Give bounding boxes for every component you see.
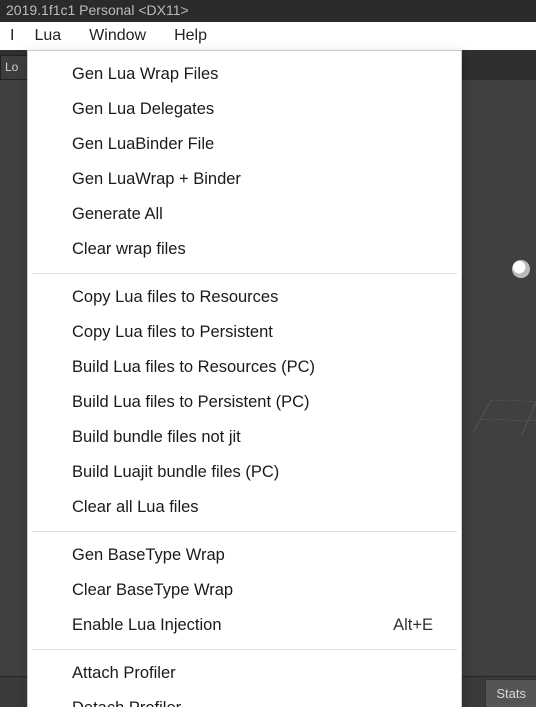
scene-grid — [472, 400, 536, 443]
menu-build-lua-persistent-pc[interactable]: Build Lua files to Persistent (PC) — [28, 385, 461, 420]
scene-gizmo[interactable] — [512, 260, 530, 278]
stats-button[interactable]: Stats — [485, 679, 536, 707]
menu-gen-luabinder-file[interactable]: Gen LuaBinder File — [28, 127, 461, 162]
menu-gen-basetype-wrap[interactable]: Gen BaseType Wrap — [28, 538, 461, 573]
menu-item-help[interactable]: Help — [160, 23, 221, 49]
menu-build-bundle-not-jit[interactable]: Build bundle files not jit — [28, 420, 461, 455]
window-titlebar: 2019.1f1c1 Personal <DX11> — [0, 0, 536, 22]
menu-attach-profiler[interactable]: Attach Profiler — [28, 656, 461, 691]
menu-clear-all-lua-files[interactable]: Clear all Lua files — [28, 490, 461, 525]
menu-separator — [32, 649, 457, 650]
menu-item-lua[interactable]: Lua — [20, 23, 75, 49]
menu-bar: I Lua Window Help — [0, 22, 536, 51]
menu-item-i[interactable]: I — [4, 23, 20, 49]
menu-generate-all[interactable]: Generate All — [28, 197, 461, 232]
menu-copy-lua-to-persistent[interactable]: Copy Lua files to Persistent — [28, 315, 461, 350]
menu-gen-luawrap-binder[interactable]: Gen LuaWrap + Binder — [28, 162, 461, 197]
menu-copy-lua-to-resources[interactable]: Copy Lua files to Resources — [28, 280, 461, 315]
menu-build-lua-resources-pc[interactable]: Build Lua files to Resources (PC) — [28, 350, 461, 385]
menu-gen-lua-wrap-files[interactable]: Gen Lua Wrap Files — [28, 57, 461, 92]
lua-menu-dropdown: Gen Lua Wrap Files Gen Lua Delegates Gen… — [27, 50, 462, 707]
menu-detach-profiler[interactable]: Detach Profiler — [28, 691, 461, 707]
menu-clear-wrap-files[interactable]: Clear wrap files — [28, 232, 461, 267]
window-title: 2019.1f1c1 Personal <DX11> — [6, 2, 189, 18]
menu-separator — [32, 273, 457, 274]
menu-gen-lua-delegates[interactable]: Gen Lua Delegates — [28, 92, 461, 127]
menu-item-window[interactable]: Window — [75, 23, 160, 49]
menu-shortcut: Alt+E — [393, 616, 433, 635]
menu-separator — [32, 531, 457, 532]
menu-build-luajit-bundle-pc[interactable]: Build Luajit bundle files (PC) — [28, 455, 461, 490]
menu-clear-basetype-wrap[interactable]: Clear BaseType Wrap — [28, 573, 461, 608]
menu-enable-lua-injection[interactable]: Enable Lua Injection Alt+E — [28, 608, 461, 643]
